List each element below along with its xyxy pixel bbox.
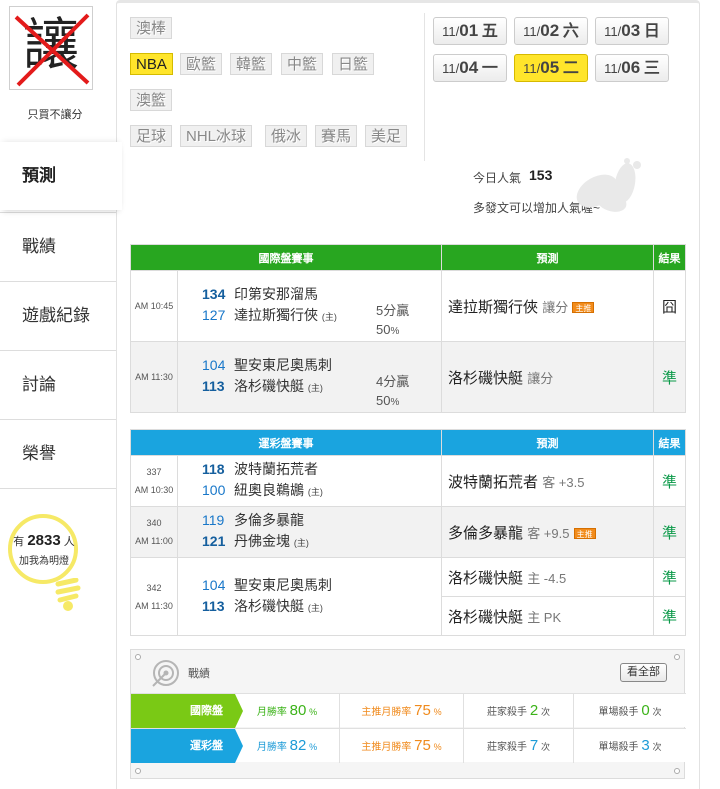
follow-caption: 加我為明燈 (19, 556, 69, 567)
top-pick-win-rate: 主推月勝率 75 % (339, 694, 463, 728)
single-game-killer: 單場殺手 3 次 (573, 729, 686, 763)
league-nba[interactable]: NBA (130, 53, 173, 75)
top-pick-win-rate: 主推月勝率 75 % (339, 729, 463, 763)
matchup[interactable]: 104 聖安東尼奧馬刺 113 洛杉磯快艇 (主) 4分贏 50% (177, 341, 442, 413)
record-row-lottery: 運彩盤 月勝率 82 % 主推月勝率 75 % 莊家殺手 7 次 單場殺手 3 … (131, 728, 686, 763)
result-mark: 準 (653, 455, 686, 507)
date-button-1105[interactable]: 11/05 二 (514, 54, 588, 82)
lottery-header-prediction: 預測 (441, 429, 654, 456)
intl-header-prediction: 預測 (441, 244, 654, 271)
prediction-pick: 達拉斯獨行俠 讓分 主推 (441, 270, 654, 342)
result-mark: 準 (653, 506, 686, 558)
prediction-pick: 多倫多暴龍 客 +9.5 主推 (441, 506, 654, 558)
nav-prediction[interactable]: 預測 (0, 142, 122, 210)
date-button-1102[interactable]: 11/02 六 (514, 17, 588, 45)
spread-info: 4分贏 50% (376, 374, 410, 408)
table-row: 342 AM 11:30 104 聖安東尼奧馬刺 113 洛杉磯快艇 (主) 洛杉磯快… (130, 557, 686, 636)
matchup[interactable]: 119 多倫多暴龍 121 丹佛金塊 (主) (177, 506, 442, 558)
top-pick-badge: 主推 (573, 528, 596, 540)
filter-divider (424, 13, 425, 161)
record-row-intl: 國際盤 月勝率 80 % 主推月勝率 75 % 莊家殺手 2 次 單場殺手 0 … (131, 693, 686, 728)
date-button-1101[interactable]: 11/01 五 (433, 17, 507, 45)
game-code-time: 340 AM 11:00 (130, 506, 178, 558)
game-time: AM 11:30 (130, 341, 178, 413)
league-soccer[interactable]: 足球 (130, 125, 173, 147)
record-label: 國際盤 (131, 694, 243, 728)
cross-icon (14, 13, 90, 87)
month-win-rate: 月勝率 80 % (256, 702, 318, 719)
nav-record[interactable]: 戰績 (0, 212, 116, 280)
date-button-1103[interactable]: 11/03 日 (595, 17, 669, 45)
matchup[interactable]: 134 印第安那溜馬 127 達拉斯獨行俠 (主) 5分贏 50% (177, 270, 442, 342)
matchup[interactable]: 104 聖安東尼奧馬刺 113 洛杉磯快艇 (主) (177, 557, 442, 636)
nav-game-log[interactable]: 遊戲紀錄 (0, 281, 116, 349)
banker-killer: 莊家殺手 2 次 (463, 694, 573, 728)
prediction-pick: 洛杉磯快艇 主 -4.5 (441, 557, 654, 597)
record-panel: 戰績 看全部 國際盤 月勝率 80 % 主推月勝率 75 % 莊家殺手 2 次 … (130, 649, 686, 779)
nav-honor[interactable]: 榮譽 (0, 419, 116, 487)
corner-dot (674, 654, 680, 660)
corner-dot (674, 768, 680, 774)
avatar[interactable]: 讓 (9, 6, 93, 90)
top-pick-badge: 主推 (572, 302, 595, 314)
prediction-pick: 波特蘭拓荒者 客 +3.5 (441, 455, 654, 507)
intl-header-result: 結果 (653, 244, 686, 271)
game-code-time: 342 AM 11:30 (130, 557, 178, 636)
league-aus-basketball[interactable]: 澳籃 (130, 89, 173, 111)
table-row: AM 11:30 104 聖安東尼奧馬刺 113 洛杉磯快艇 (主) 4分贏 50% … (130, 341, 686, 413)
spread-info: 5分贏 50% (376, 303, 410, 337)
league-nhl[interactable]: NHL冰球 (180, 125, 253, 147)
intl-prediction-table: 國際盤賽事 預測 結果 AM 10:45 134 印第安那溜馬 127 達拉斯獨行俠… (130, 244, 686, 413)
avatar-caption: 只買不讓分 (27, 109, 83, 121)
nav-discussion[interactable]: 討論 (0, 350, 116, 418)
league-china-basketball[interactable]: 中籃 (281, 53, 324, 75)
follower-count: 有 2833 人 (13, 532, 75, 549)
main-panel: 澳棒 NBA 歐籃 韓籃 中籃 日籃 澳籃 足球 NHL冰球 俄冰 賽馬 美足 … (116, 0, 700, 789)
follow-bulb[interactable]: 有 2833 人 加我為明燈 (8, 514, 86, 614)
table-row: 337 AM 10:30 118 波特蘭拓荒者 100 紐奧良鵜鶘 (主) 波特蘭拓荒… (130, 455, 686, 507)
sidebar: 讓 只買不讓分 預測 戰績 遊戲紀錄 討論 榮譽 有 2833 人 加我為明燈 (0, 0, 122, 789)
lottery-header-match: 運彩盤賽事 (130, 429, 442, 456)
record-title: 戰績 (188, 668, 210, 680)
nav-divider (0, 488, 116, 489)
game-code-time: 337 AM 10:30 (130, 455, 178, 507)
banker-killer: 莊家殺手 7 次 (463, 729, 573, 763)
lottery-prediction-table: 運彩盤賽事 預測 結果 337 AM 10:30 118 波特蘭拓荒者 100 紐奧良… (130, 429, 686, 636)
league-aus-baseball[interactable]: 澳棒 (130, 17, 173, 39)
record-label: 運彩盤 (131, 729, 243, 763)
view-all-button[interactable]: 看全部 (620, 663, 667, 682)
league-russia-hockey[interactable]: 俄冰 (265, 125, 308, 147)
popularity-label: 今日人氣 (473, 171, 522, 185)
prediction-pick: 洛杉磯快艇 主 PK (441, 596, 654, 636)
result-mark: 囧 (653, 270, 686, 342)
bulb-base-icon (55, 578, 81, 611)
intl-header-match: 國際盤賽事 (130, 244, 442, 271)
lottery-header-result: 結果 (653, 429, 686, 456)
game-time: AM 10:45 (130, 270, 178, 342)
league-us-football[interactable]: 美足 (365, 125, 408, 147)
matchup[interactable]: 118 波特蘭拓荒者 100 紐奧良鵜鶘 (主) (177, 455, 442, 507)
month-win-rate: 月勝率 82 % (256, 737, 318, 754)
league-horse-racing[interactable]: 賽馬 (315, 125, 358, 147)
corner-dot (135, 654, 141, 660)
prediction-pick: 洛杉磯快艇 讓分 (441, 341, 654, 413)
corner-dot (135, 768, 141, 774)
table-row: 340 AM 11:00 119 多倫多暴龍 121 丹佛金塊 (主) 多倫多暴龍 客… (130, 506, 686, 558)
league-japan-basketball[interactable]: 日籃 (332, 53, 375, 75)
result-mark: 準 (653, 341, 686, 413)
result-mark: 準 (653, 596, 686, 636)
result-mark: 準 (653, 557, 686, 597)
popularity-value: 153 (529, 167, 553, 183)
table-row: AM 10:45 134 印第安那溜馬 127 達拉斯獨行俠 (主) 5分贏 50% … (130, 270, 686, 342)
date-button-1104[interactable]: 11/04 一 (433, 54, 507, 82)
league-korea-basketball[interactable]: 韓籃 (230, 53, 273, 75)
bulb-icon (8, 514, 78, 584)
league-euro-basketball[interactable]: 歐籃 (180, 53, 223, 75)
single-game-killer: 單場殺手 0 次 (573, 694, 686, 728)
target-icon (152, 660, 179, 687)
butterfly-icon (576, 158, 641, 212)
date-button-1106[interactable]: 11/06 三 (595, 54, 669, 82)
